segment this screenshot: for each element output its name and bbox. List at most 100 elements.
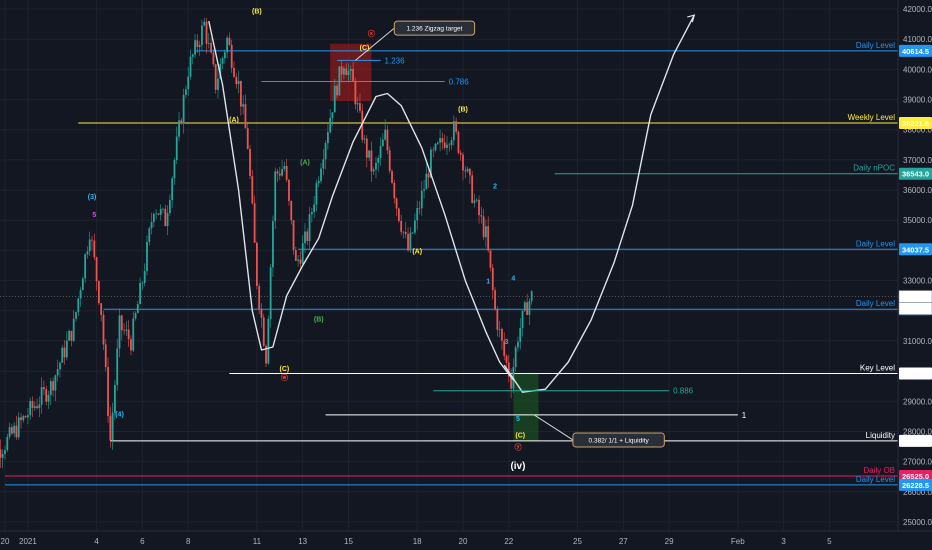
candle-body [230, 44, 233, 68]
candle-body [301, 243, 304, 264]
candle-body [475, 199, 478, 201]
candle-body [198, 45, 201, 48]
candle-body [29, 401, 32, 416]
candle-body [214, 64, 217, 90]
candle-body [258, 285, 261, 309]
candle-body [143, 271, 146, 283]
candle-body [242, 104, 245, 107]
candle-body [86, 251, 89, 255]
candle-body [267, 318, 270, 364]
candle-body [91, 239, 93, 241]
wave-label: ⓧ [368, 29, 375, 38]
candle-body [299, 259, 302, 264]
candle-body [175, 136, 178, 161]
fib-label: 0.786 [449, 77, 470, 86]
candle-body [480, 215, 483, 217]
time-tick-label: 29 [665, 537, 674, 546]
level-label: Daily Level [856, 475, 895, 484]
level-label: Weekly Level [848, 113, 896, 122]
candle-body [237, 80, 240, 85]
callout-text: 0.382/ 1/1 + Liquidity [589, 437, 650, 444]
candle-body [262, 317, 265, 346]
candle-body [517, 341, 519, 348]
candle-body [1, 453, 4, 458]
candle-body [102, 314, 105, 345]
level-label: Daily Level [856, 299, 895, 308]
candle-body [4, 450, 6, 454]
candle-body [496, 309, 499, 330]
wave-label: (3) [88, 194, 97, 201]
candle-body [404, 232, 407, 235]
candle-body [104, 344, 107, 368]
candle-body [528, 301, 531, 315]
candle-body [416, 208, 419, 221]
candle-body [432, 149, 435, 151]
candle-body [372, 169, 375, 172]
candle-body [152, 213, 155, 222]
price-chart[interactable]: Daily Level Weekly Level Daily nPOC Daily L… [0, 0, 932, 550]
price-axis-panel[interactable] [898, 0, 932, 531]
candle-body [498, 328, 501, 330]
candle-body [203, 21, 206, 26]
candle-body [434, 143, 437, 151]
candle-body [148, 228, 151, 242]
candle-body [338, 66, 341, 96]
candle-body [448, 144, 451, 146]
candle-body [375, 162, 377, 170]
candle-body [326, 132, 329, 144]
candle-body [189, 56, 192, 77]
level-price-label: 29922.0 [902, 369, 929, 378]
candle-body [494, 290, 496, 310]
candle-body [235, 76, 238, 85]
candle-body [395, 198, 398, 209]
level-price-label: 38221.5 [902, 119, 929, 128]
candle-body [81, 278, 84, 291]
candle-body [8, 427, 11, 437]
candle-body [354, 80, 357, 105]
price-tick-label: 31000.0 [903, 337, 932, 346]
wave-label: (C) [280, 366, 290, 373]
candle-body [276, 171, 279, 174]
price-tick-label: 37000.0 [903, 156, 932, 165]
candle-body [423, 189, 425, 191]
candle-body [388, 150, 391, 171]
candle-body [27, 415, 29, 418]
time-tick-label: 13 [298, 537, 307, 546]
time-tick-label: 22 [504, 537, 513, 546]
candle-body [31, 401, 34, 408]
candle-body [6, 436, 9, 451]
price-tick-label: 40000.0 [903, 65, 932, 74]
candle-body [168, 200, 171, 214]
candle-body [54, 375, 57, 391]
candle-body [356, 103, 359, 105]
candle-body [466, 168, 469, 172]
level-price-label: 36543.0 [902, 170, 929, 179]
candle-body [381, 139, 384, 147]
candle-body [132, 318, 135, 351]
candle-body [288, 179, 290, 201]
candle-body [61, 347, 64, 363]
candle-body [411, 232, 414, 234]
candle-body [285, 166, 288, 180]
price-tick-label: 27000.0 [903, 458, 932, 467]
fib-label: 0.886 [673, 387, 694, 396]
time-tick-label: 18 [413, 537, 422, 546]
candle-body [221, 58, 224, 64]
candle-body [97, 281, 100, 304]
candle-body [473, 200, 476, 203]
candle-body [343, 68, 345, 75]
candle-body [141, 282, 144, 284]
candle-body [239, 80, 242, 107]
candle-body [514, 347, 517, 368]
candle-body [523, 302, 526, 311]
candle-body [331, 112, 334, 118]
wave-label: 5 [516, 416, 520, 423]
wave-label: ⓨ [514, 443, 521, 452]
candle-body [68, 330, 71, 341]
level-label: Liquidity [866, 431, 895, 440]
wave-label: 5 [92, 212, 96, 219]
candle-body [45, 389, 48, 402]
candle-body [526, 302, 529, 315]
time-tick-label: 5 [827, 537, 832, 546]
candle-body [201, 25, 203, 46]
